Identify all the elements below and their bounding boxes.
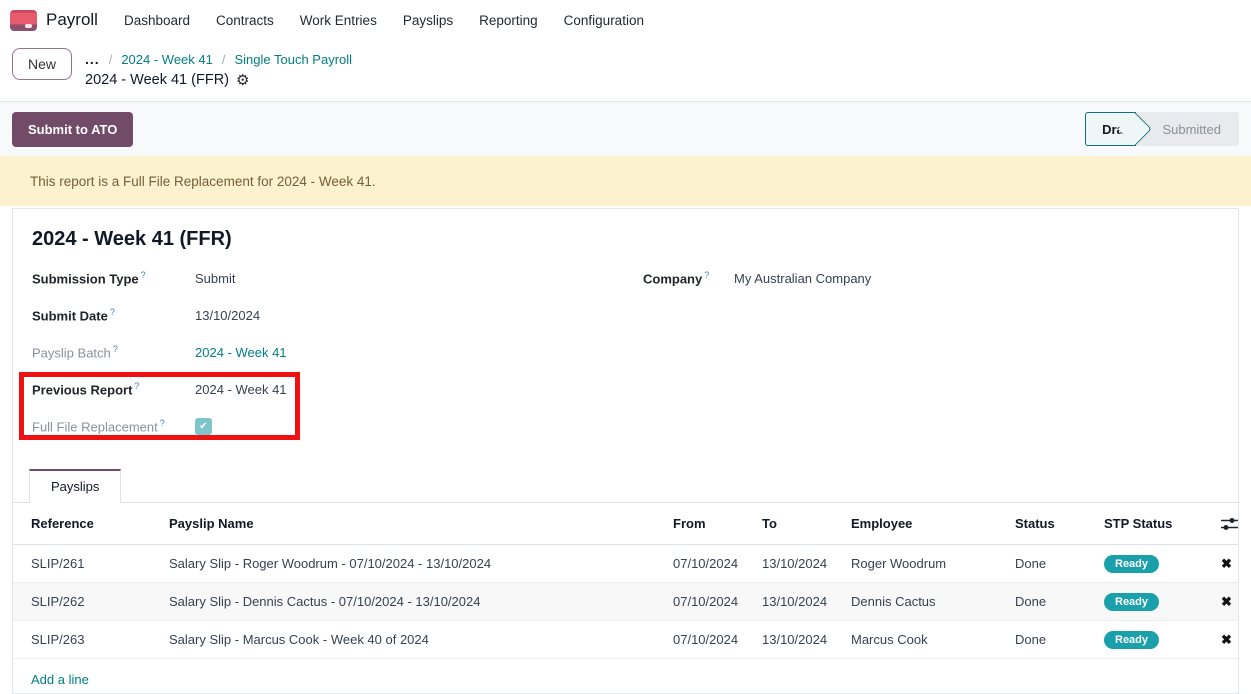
submission-type-label: Submission Type [32, 272, 139, 287]
breadcrumb-separator: / [222, 52, 226, 67]
breadcrumb-separator: / [109, 52, 113, 67]
form-sheet: 2024 - Week 41 (FFR) Submission Type? Su… [12, 208, 1239, 694]
breadcrumb-link-batch[interactable]: 2024 - Week 41 [121, 52, 213, 67]
top-navbar: Payroll Dashboard Contracts Work Entries… [0, 0, 1251, 38]
submit-date-label: Submit Date [32, 309, 108, 324]
row-reference: SLIP/261 [31, 556, 169, 571]
form-fields: Submission Type? Submit Submit Date? 13/… [32, 267, 1238, 452]
company-value: My Australian Company [734, 271, 871, 286]
stage-draft[interactable]: Draft [1085, 112, 1136, 146]
help-icon: ? [113, 344, 118, 354]
help-icon: ? [141, 270, 146, 280]
row-from: 07/10/2024 [673, 632, 762, 647]
app-name[interactable]: Payroll [46, 10, 98, 30]
row-payslip-name: Salary Slip - Dennis Cactus - 07/10/2024… [169, 594, 673, 609]
col-to[interactable]: To [762, 516, 851, 531]
field-submit-date: Submit Date? 13/10/2024 [32, 304, 643, 327]
previous-report-label: Previous Report [32, 383, 132, 398]
breadcrumb-current: 2024 - Week 41 (FFR) [85, 72, 229, 88]
full-file-replacement-label: Full File Replacement [32, 420, 158, 435]
row-status: Done [1015, 594, 1104, 609]
help-icon: ? [160, 418, 165, 428]
apps-menu-button[interactable]: Payroll [10, 10, 98, 31]
record-title: 2024 - Week 41 (FFR) [32, 228, 1238, 251]
stp-status-badge: Ready [1104, 593, 1159, 611]
row-from: 07/10/2024 [673, 594, 762, 609]
stp-status-badge: Ready [1104, 631, 1159, 649]
notebook-tabs: Payslips [13, 469, 1238, 503]
optional-columns-sliders-icon[interactable] [1221, 517, 1239, 531]
menu-work-entries[interactable]: Work Entries [300, 13, 377, 28]
col-stp-status[interactable]: STP Status [1104, 516, 1221, 531]
col-from[interactable]: From [673, 516, 762, 531]
stp-status-badge: Ready [1104, 555, 1159, 573]
menu-configuration[interactable]: Configuration [564, 13, 644, 28]
stage-submitted[interactable]: Submitted [1162, 122, 1221, 137]
delete-row-icon[interactable]: ✖ [1221, 556, 1239, 572]
delete-row-icon[interactable]: ✖ [1221, 632, 1239, 648]
previous-report-value: 2024 - Week 41 [195, 382, 287, 397]
delete-row-icon[interactable]: ✖ [1221, 594, 1239, 610]
table-row[interactable]: SLIP/263 Salary Slip - Marcus Cook - Wee… [13, 621, 1238, 659]
help-icon: ? [134, 381, 139, 391]
full-file-replacement-checkbox: ✔ [195, 418, 212, 435]
row-status: Done [1015, 632, 1104, 647]
menu-dashboard[interactable]: Dashboard [124, 13, 190, 28]
menu-payslips[interactable]: Payslips [403, 13, 453, 28]
main-menu: Dashboard Contracts Work Entries Payslip… [124, 13, 644, 28]
row-reference: SLIP/262 [31, 594, 169, 609]
col-employee[interactable]: Employee [851, 516, 1015, 531]
help-icon: ? [704, 270, 709, 280]
payslip-batch-value-link[interactable]: 2024 - Week 41 [195, 345, 287, 360]
table-row[interactable]: SLIP/262 Salary Slip - Dennis Cactus - 0… [13, 583, 1238, 621]
field-company: Company? My Australian Company [643, 267, 1238, 290]
row-employee: Roger Woodrum [851, 556, 1015, 571]
col-payslip-name[interactable]: Payslip Name [169, 516, 673, 531]
table-row[interactable]: SLIP/261 Salary Slip - Roger Woodrum - 0… [13, 545, 1238, 583]
control-panel: Payroll Dashboard Contracts Work Entries… [0, 0, 1251, 102]
status-action-bar: Submit to ATO Draft Submitted [0, 102, 1251, 156]
gear-icon[interactable]: ⚙ [236, 73, 249, 88]
field-full-file-replacement: Full File Replacement? ✔ [32, 415, 643, 438]
col-reference[interactable]: Reference [31, 516, 169, 531]
row-payslip-name: Salary Slip - Roger Woodrum - 07/10/2024… [169, 556, 673, 571]
breadcrumb-more-button[interactable]: ... [85, 51, 100, 67]
menu-contracts[interactable]: Contracts [216, 13, 274, 28]
row-payslip-name: Salary Slip - Marcus Cook - Week 40 of 2… [169, 632, 673, 647]
check-icon: ✔ [199, 421, 207, 432]
row-to: 13/10/2024 [762, 594, 851, 609]
new-button[interactable]: New [12, 48, 72, 80]
payroll-app-icon[interactable] [10, 10, 37, 31]
row-from: 07/10/2024 [673, 556, 762, 571]
table-footer: Add a line [13, 659, 1238, 694]
field-previous-report: Previous Report? 2024 - Week 41 [32, 378, 643, 401]
ffr-alert-banner: This report is a Full File Replacement f… [0, 156, 1251, 206]
menu-reporting[interactable]: Reporting [479, 13, 538, 28]
help-icon: ? [110, 307, 115, 317]
breadcrumb-link-stp[interactable]: Single Touch Payroll [234, 52, 352, 67]
company-label: Company [643, 272, 702, 287]
add-a-line-link[interactable]: Add a line [31, 672, 673, 687]
breadcrumb: New ... / 2024 - Week 41 / Single Touch … [0, 38, 1251, 88]
submission-type-value: Submit [195, 271, 235, 286]
row-reference: SLIP/263 [31, 632, 169, 647]
row-to: 13/10/2024 [762, 632, 851, 647]
row-to: 13/10/2024 [762, 556, 851, 571]
submit-date-value: 13/10/2024 [195, 308, 260, 323]
row-status: Done [1015, 556, 1104, 571]
tab-payslips[interactable]: Payslips [29, 469, 121, 503]
field-submission-type: Submission Type? Submit [32, 267, 643, 290]
field-payslip-batch: Payslip Batch? 2024 - Week 41 [32, 341, 643, 364]
col-status[interactable]: Status [1015, 516, 1104, 531]
payslip-batch-label: Payslip Batch [32, 346, 111, 361]
alert-message: This report is a Full File Replacement f… [30, 174, 376, 189]
row-employee: Marcus Cook [851, 632, 1015, 647]
payslip-table-header: Reference Payslip Name From To Employee … [13, 503, 1238, 545]
row-employee: Dennis Cactus [851, 594, 1015, 609]
submit-to-ato-button[interactable]: Submit to ATO [12, 112, 133, 147]
statusbar: Draft Submitted [1085, 112, 1239, 146]
